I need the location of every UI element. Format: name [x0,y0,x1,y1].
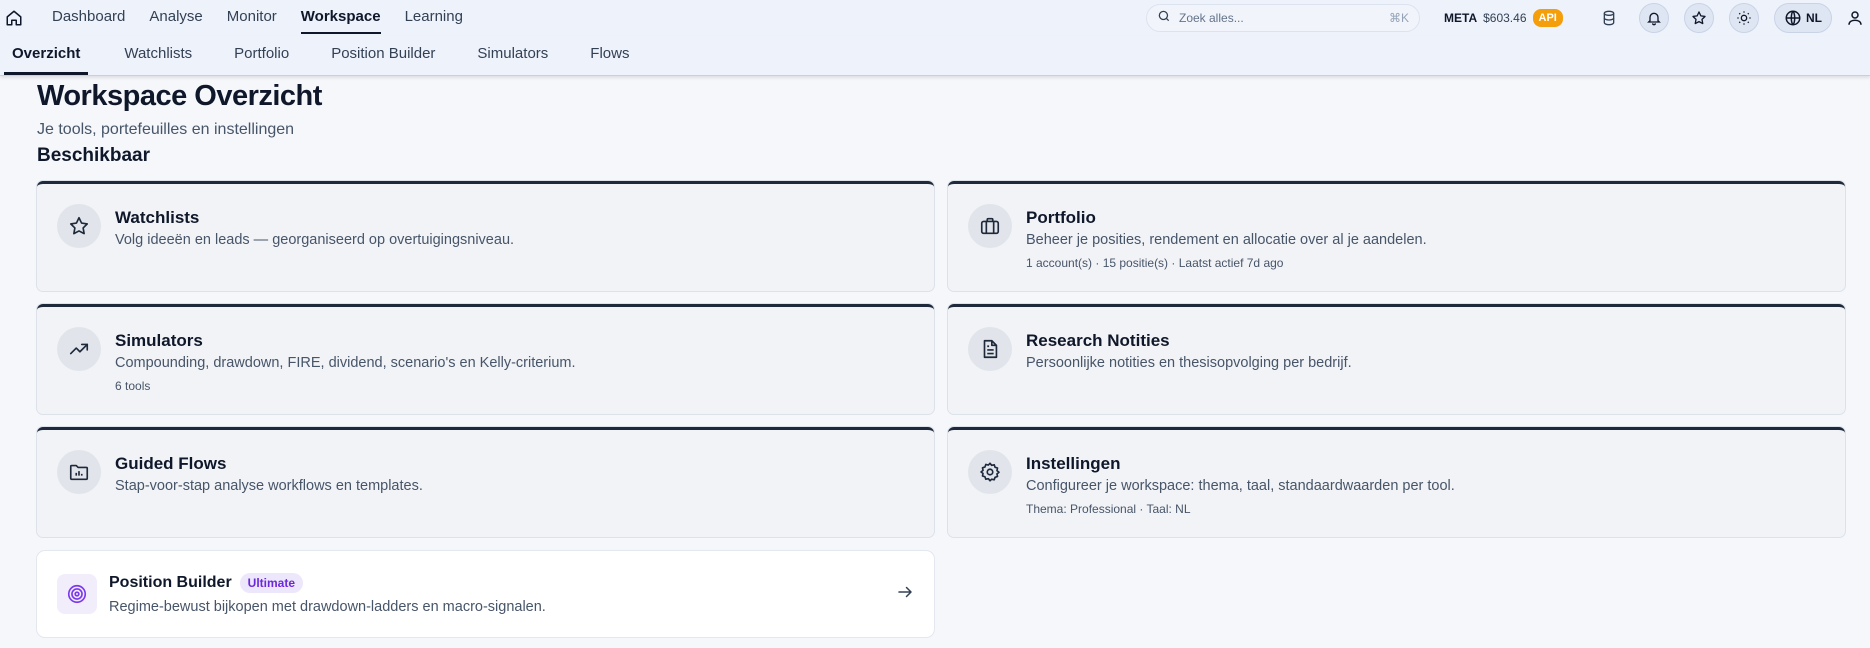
card-portfolio[interactable]: Portfolio Beheer je posities, rendement … [948,181,1845,291]
card-title: Portfolio [1026,208,1096,227]
tab-flows[interactable]: Flows [582,35,637,75]
tab-position-builder[interactable]: Position Builder [323,35,443,75]
nav-dashboard[interactable]: Dashboard [40,0,137,36]
language-selector[interactable]: NL [1774,3,1832,33]
section-title: Beschikbaar [37,145,151,166]
card-description: Stap-voor-stap analyse workflows en temp… [115,478,423,494]
trending-up-icon [57,327,101,371]
nav-monitor[interactable]: Monitor [215,0,289,36]
database-icon [1603,10,1615,26]
language-code: NL [1806,11,1822,25]
search-box[interactable]: ⌘K [1146,4,1420,32]
card-description: Configureer je workspace: thema, taal, s… [1026,478,1455,494]
arrow-right-icon[interactable] [896,583,914,606]
card-title: Watchlists [115,208,200,227]
card-meta: 6 tools [115,379,151,393]
tab-simulators[interactable]: Simulators [469,35,556,75]
top-nav: Dashboard Analyse Monitor Workspace Lear… [0,0,1870,36]
database-button[interactable] [1594,3,1624,33]
card-title: Research Notities [1026,331,1170,350]
star-icon [1692,11,1706,25]
search-icon [1157,9,1171,28]
card-description: Compounding, drawdown, FIRE, dividend, s… [115,355,576,371]
card-title: Position Builder [109,574,232,591]
notifications-button[interactable] [1639,3,1669,33]
card-research-notities[interactable]: Research Notities Persoonlijke notities … [948,304,1845,414]
page-title: Workspace Overzicht [37,80,322,112]
nav-learning[interactable]: Learning [393,0,475,36]
account-button[interactable] [1840,3,1870,33]
tab-watchlists[interactable]: Watchlists [116,35,200,75]
gear-icon [968,450,1012,494]
api-badge: API [1532,9,1563,27]
card-description: Regime-bewust bijkopen met drawdown-ladd… [109,599,546,615]
ticker-symbol: META [1444,11,1478,25]
page-subtitle: Je tools, portefeuilles en instellingen [37,121,295,138]
document-icon [968,327,1012,371]
card-meta: Thema: Professional · Taal: NL [1026,502,1191,516]
star-icon [57,204,101,248]
folder-chart-icon [57,450,101,494]
search-input[interactable] [1179,11,1369,25]
user-icon [1848,11,1862,25]
tier-badge: Ultimate [239,573,304,593]
card-meta: 1 account(s) · 15 positie(s) · Laatst ac… [1026,256,1284,270]
home-icon[interactable] [0,0,28,36]
globe-icon [1785,10,1801,26]
card-description: Beheer je posities, rendement en allocat… [1026,232,1427,248]
ticker-price: $603.46 [1483,11,1527,25]
tab-portfolio[interactable]: Portfolio [226,35,297,75]
nav-workspace[interactable]: Workspace [289,0,393,36]
ticker[interactable]: META $603.46 API [1444,0,1563,36]
card-watchlists[interactable]: Watchlists Volg ideeën en leads — georga… [37,181,934,291]
sub-nav: Overzicht Watchlists Portfolio Position … [0,36,1870,76]
theme-toggle[interactable] [1729,3,1759,33]
card-title: Instellingen [1026,454,1121,473]
card-description: Volg ideeën en leads — georganiseerd op … [115,232,515,248]
card-simulators[interactable]: Simulators Compounding, drawdown, FIRE, … [37,304,934,414]
target-icon [57,574,97,614]
favorites-button[interactable] [1684,3,1714,33]
card-position-builder[interactable]: Position Builder Ultimate Regime-bewust … [37,551,934,637]
sun-icon [1737,11,1751,25]
tab-overzicht[interactable]: Overzicht [4,35,89,75]
nav-analyse[interactable]: Analyse [137,0,214,36]
card-instellingen[interactable]: Instellingen Configureer je workspace: t… [948,427,1845,537]
bell-icon [1647,12,1661,26]
briefcase-icon [968,204,1012,248]
main-nav: Dashboard Analyse Monitor Workspace Lear… [40,0,475,36]
card-guided-flows[interactable]: Guided Flows Stap-voor-stap analyse work… [37,427,934,537]
card-title: Simulators [115,331,203,350]
card-title: Guided Flows [115,454,227,473]
card-grid: Watchlists Volg ideeën en leads — georga… [37,181,1845,537]
search-shortcut: ⌘K [1388,11,1409,25]
main-content: Workspace Overzicht Je tools, portefeuil… [0,80,1870,637]
card-description: Persoonlijke notities en thesisopvolging… [1026,355,1352,371]
